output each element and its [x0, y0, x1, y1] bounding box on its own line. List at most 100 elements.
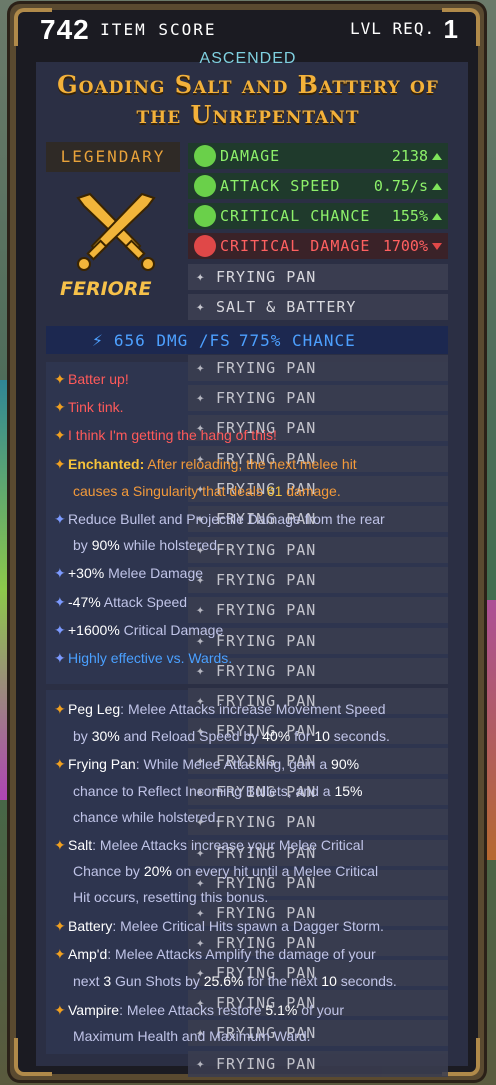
effect-text: Reduce Bullet and Projectile Damage from…	[68, 511, 385, 527]
perk-name: Peg Leg	[68, 701, 121, 717]
effect-text: Highly effective vs. Wards.	[68, 650, 233, 666]
effect-line: ✦ +30% Melee Damage	[54, 564, 454, 582]
item-title-line1: Goading Salt and Battery of	[57, 70, 439, 99]
effect-value: 90%	[91, 537, 120, 553]
perk-salt-3: Hit occurs, resetting this bonus.	[73, 888, 453, 906]
enchanted-text: After reloading, the next melee hit	[144, 456, 357, 472]
sparkle-icon: ✦	[196, 1056, 206, 1072]
perk-text: Hit occurs, resetting this bonus.	[73, 889, 269, 905]
effect-text: Critical Damage	[119, 622, 224, 638]
perk-value: 15%	[334, 783, 363, 799]
perk-value: 10	[314, 728, 330, 744]
effect-value: +30%	[68, 565, 105, 581]
effect-text: Attack Speed	[100, 594, 188, 610]
effect-value: -47%	[68, 594, 101, 610]
enchant-label: FRYING PAN	[216, 268, 317, 286]
sparkle-icon: ✦	[196, 299, 206, 315]
enchanted-value: 61	[266, 483, 283, 499]
perk-text: on every hit until a Melee Critical	[171, 863, 379, 879]
item-score-value: 742	[40, 14, 90, 45]
perk-name: Salt	[68, 837, 93, 853]
effect-line: ✦ -47% Attack Speed	[54, 593, 454, 611]
bullet-icon: ✦	[54, 756, 66, 772]
bullet-icon: ✦	[54, 837, 66, 853]
enchanted-text: damage.	[282, 483, 341, 499]
perk-text: next	[73, 973, 104, 989]
stat-critical-damage: CRITICAL DAMAGE 1700%	[188, 233, 448, 259]
perk-text: Chance by	[73, 863, 144, 879]
enchant-label: FRYING PAN	[216, 1055, 317, 1073]
perk-peg-leg-2: by 30% and Reload Speed by 40% for 10 se…	[73, 727, 453, 745]
stat-critical-chance: CRITICAL CHANCE 155%	[188, 203, 448, 229]
perk-name: Vampire	[68, 1002, 120, 1018]
perk-salt-2: Chance by 20% on every hit until a Melee…	[73, 862, 453, 880]
perk-text: Gun Shots by	[111, 973, 204, 989]
stat-attack-speed: ATTACK SPEED 0.75/s	[188, 173, 448, 199]
flavor-text: Batter up!	[68, 371, 129, 387]
crossed-swords-icon	[76, 192, 156, 271]
enchanted-line: ✦ Enchanted: After reloading, the next me…	[54, 455, 454, 473]
perk-text: and Reload Speed by	[119, 728, 263, 744]
perk-value: 25.6%	[203, 973, 244, 989]
flavor-line: ✦ Batter up!	[54, 370, 454, 388]
level-requirement-value: 1	[443, 14, 458, 44]
enchant-label: SALT & BATTERY	[216, 298, 357, 316]
lightning-icon: ⚡	[92, 329, 104, 351]
perk-text: chance to Reflect Incoming Bullets, and …	[73, 783, 335, 799]
bullet-icon: ✦	[54, 456, 66, 472]
enchanted-label: Enchanted:	[68, 456, 145, 472]
stat-value: 0.75/s	[373, 177, 428, 195]
perk-text: : Melee Attacks Amplify the damage of yo…	[107, 946, 376, 962]
perk-salt: ✦ Salt: Melee Attacks increase your Melee…	[54, 836, 454, 854]
perk-value: 20%	[143, 863, 172, 879]
rarity-badge: LEGENDARY	[46, 142, 180, 172]
damage-icon	[194, 145, 216, 167]
bullet-icon: ✦	[54, 371, 66, 387]
perk-name: Frying Pan	[68, 756, 136, 772]
perk-text: seconds.	[336, 973, 397, 989]
effect-text: by	[73, 537, 92, 553]
bullet-icon: ✦	[54, 594, 66, 610]
perk-value: 40%	[262, 728, 291, 744]
enchant-row[interactable]: ✦ FRYING PAN	[188, 1051, 448, 1077]
stat-up-arrow-icon	[432, 152, 442, 160]
effect-line: ✦ Reduce Bullet and Projectile Damage fro…	[54, 510, 454, 528]
effect-line: ✦ Highly effective vs. Wards.	[54, 649, 454, 667]
flavor-text: Tink tink.	[68, 399, 124, 415]
perk-text: : Melee Critical Hits spawn a Dagger Sto…	[112, 918, 384, 934]
bullet-icon: ✦	[54, 946, 66, 962]
perk-value: 3	[103, 973, 112, 989]
perk-text: of your	[297, 1002, 345, 1018]
perk-text: : Melee Attacks increase your Melee Crit…	[92, 837, 364, 853]
perk-text: : While Melee Attacking, gain a	[135, 756, 332, 772]
damage-summary-bar: ⚡ 656 DMG /FS 775% CHANCE	[46, 326, 448, 354]
bullet-icon: ✦	[54, 1002, 66, 1018]
perk-value: 5.1%	[265, 1002, 298, 1018]
perk-text: chance while holstered.	[73, 809, 220, 825]
perk-value: 10	[321, 973, 337, 989]
perk-peg-leg: ✦ Peg Leg: Melee Attacks increase Movemen…	[54, 700, 454, 718]
effect-line: ✦ +1600% Critical Damage	[54, 621, 454, 639]
stat-label: ATTACK SPEED	[220, 177, 341, 195]
bullet-icon: ✦	[54, 427, 66, 443]
dmg-per-shot: 656 DMG /FS	[113, 330, 231, 350]
level-requirement: LVL REQ. 1	[350, 14, 458, 45]
flavor-text: I think I'm getting the hang of this!	[68, 427, 277, 443]
perk-frying-pan: ✦ Frying Pan: While Melee Attacking, gain…	[54, 755, 454, 773]
stat-value: 2138	[391, 147, 428, 165]
crit-damage-icon	[194, 235, 216, 257]
bullet-icon: ✦	[54, 399, 66, 415]
bullet-icon: ✦	[54, 565, 66, 581]
perk-ampd-2: next 3 Gun Shots by 25.6% for the next 1…	[73, 972, 453, 990]
stat-value: 1700%	[382, 237, 428, 255]
enchant-row[interactable]: ✦ SALT & BATTERY	[188, 294, 448, 320]
item-score-label: ITEM SCORE	[100, 20, 217, 39]
enchanted-line-2: causes a Singularity that deals 61 damag…	[73, 482, 453, 500]
perk-text: Maximum Health and Maximum Ward.	[73, 1028, 311, 1044]
effect-text: Melee Damage	[104, 565, 204, 581]
enchant-row[interactable]: ✦ FRYING PAN	[188, 264, 448, 290]
stat-label: DAMAGE	[220, 147, 281, 165]
perk-name: Amp'd	[68, 946, 108, 962]
chance-value: 775% CHANCE	[238, 330, 356, 350]
perk-value: 30%	[91, 728, 120, 744]
